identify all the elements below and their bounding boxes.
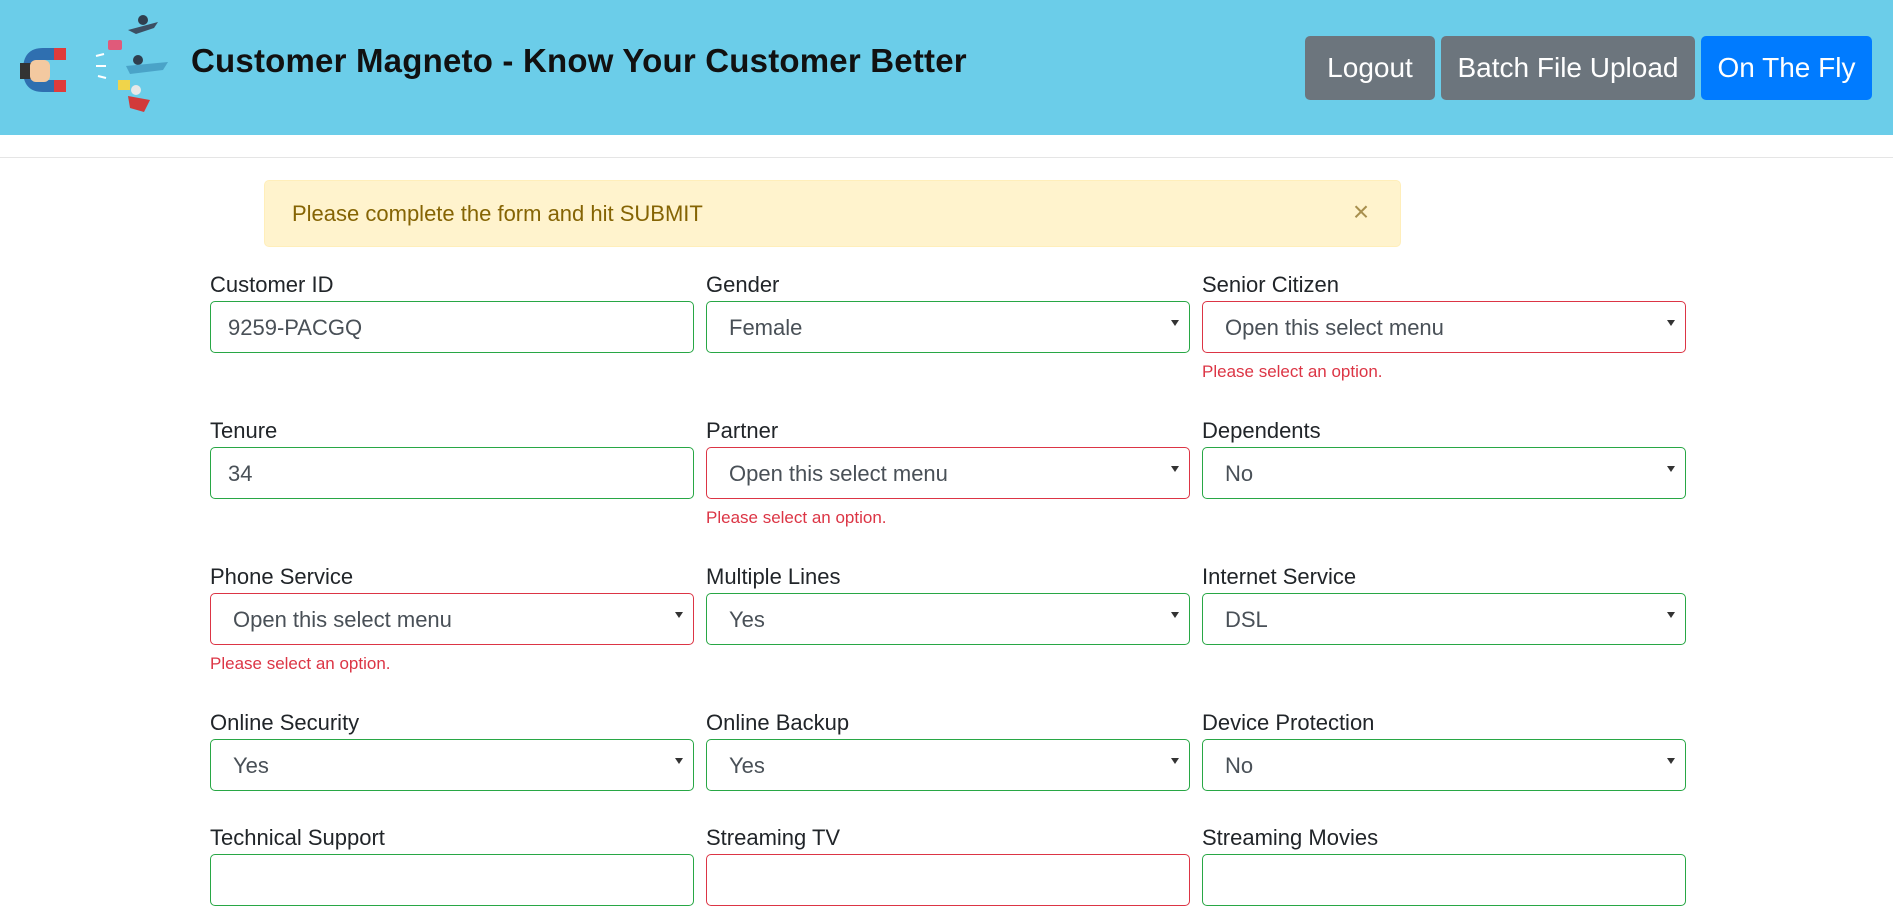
streaming-movies-select[interactable] [1202,854,1686,906]
senior-citizen-label: Senior Citizen [1202,272,1339,297]
partner-select[interactable]: Open this select menu [706,447,1190,499]
streaming-tv-label: Streaming TV [706,825,841,850]
close-icon[interactable]: × [1350,198,1372,226]
senior-citizen-select[interactable]: Open this select menu [1202,301,1686,353]
multiple-lines-select[interactable]: Yes [706,593,1190,645]
gender-select[interactable]: Female [706,301,1190,353]
device-protection-value: No [1225,753,1254,778]
tenure-label: Tenure [210,418,278,443]
device-protection-label: Device Protection [1202,710,1375,735]
tenure-value: 34 [228,461,253,486]
online-backup-value: Yes [729,753,765,778]
caret-down-icon [1171,320,1179,326]
caret-down-icon [1171,758,1179,764]
online-security-label: Online Security [210,710,360,735]
magnet-logo-icon [20,15,168,112]
app-title: Customer Magneto - Know Your Customer Be… [191,42,967,79]
online-backup-select[interactable]: Yes [706,739,1190,791]
device-protection-select[interactable]: No [1202,739,1686,791]
streaming-movies-label: Streaming Movies [1202,825,1379,850]
online-security-select[interactable]: Yes [210,739,694,791]
caret-down-icon [1667,612,1675,618]
warning-alert: Please complete the form and hit SUBMIT … [264,180,1401,247]
internet-service-label: Internet Service [1202,564,1357,589]
multiple-lines-value: Yes [729,607,765,632]
caret-down-icon [1667,758,1675,764]
customer-id-input[interactable]: 9259-PACGQ [210,301,694,353]
batch-file-upload-button[interactable]: Batch File Upload [1441,36,1695,100]
on-the-fly-button[interactable]: On The Fly [1701,36,1872,100]
dependents-select[interactable]: No [1202,447,1686,499]
online-security-value: Yes [233,753,269,778]
gender-value: Female [729,315,803,340]
phone-service-value: Open this select menu [233,607,452,632]
partner-label: Partner [706,418,779,443]
logout-button[interactable]: Logout [1305,36,1435,100]
alert-message: Please complete the form and hit SUBMIT [292,201,703,226]
phone-service-select[interactable]: Open this select menu [210,593,694,645]
tenure-input[interactable]: 34 [210,447,694,499]
partner-value: Open this select menu [729,461,948,486]
internet-service-select[interactable]: DSL [1202,593,1686,645]
phone-service-error: Please select an option. [210,654,391,673]
caret-down-icon [1171,466,1179,472]
customer-id-label: Customer ID [210,272,334,297]
partner-error: Please select an option. [706,508,887,527]
caret-down-icon [675,612,683,618]
senior-citizen-error: Please select an option. [1202,362,1383,381]
app-header: Customer Magneto - Know Your Customer Be… [0,0,1893,135]
divider [0,157,1893,158]
customer-id-value: 9259-PACGQ [228,315,363,340]
internet-service-value: DSL [1225,607,1268,632]
dependents-value: No [1225,461,1254,486]
dependents-label: Dependents [1202,418,1321,443]
online-backup-label: Online Backup [706,710,850,735]
gender-label: Gender [706,272,780,297]
streaming-tv-select[interactable] [706,854,1190,906]
caret-down-icon [1667,320,1675,326]
phone-service-label: Phone Service [210,564,354,589]
senior-citizen-value: Open this select menu [1225,315,1444,340]
caret-down-icon [675,758,683,764]
technical-support-label: Technical Support [210,825,385,850]
caret-down-icon [1171,612,1179,618]
caret-down-icon [1667,466,1675,472]
multiple-lines-label: Multiple Lines [706,564,841,589]
technical-support-select[interactable] [210,854,694,906]
